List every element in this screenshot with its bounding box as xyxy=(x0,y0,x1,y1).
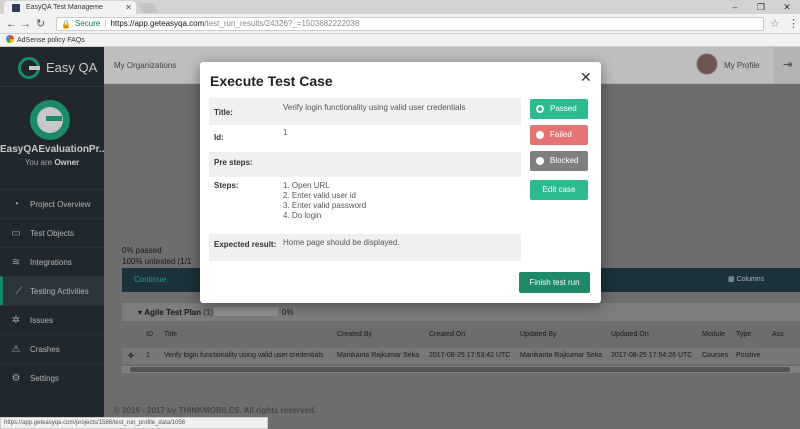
url-host: https://app.geteasyqa.com xyxy=(110,19,205,28)
field-pre-steps: Pre steps: xyxy=(209,152,521,177)
address-bar-row: ← → ↻ 🔒 Secure | https://app.geteasyqa.com… xyxy=(0,14,800,34)
field-id: Id: 1 xyxy=(209,125,521,150)
close-icon[interactable]: ✕ xyxy=(580,70,592,84)
blocked-button[interactable]: Blocked xyxy=(530,151,588,171)
execute-test-case-modal: Execute Test Case ✕ Title: Verify login … xyxy=(200,62,601,303)
url-input[interactable]: 🔒 Secure | https://app.geteasyqa.com/test_… xyxy=(56,17,764,31)
browser-status-url: https://app.geteasyqa.com/projects/1586/… xyxy=(0,417,268,429)
bookmark-star-icon[interactable]: ☆ xyxy=(770,17,780,30)
secure-label: Secure xyxy=(75,19,101,28)
minimize-icon[interactable]: – xyxy=(722,0,748,14)
field-id-label: Id: xyxy=(214,133,224,142)
field-expected-label: Expected result: xyxy=(214,240,277,249)
forward-icon[interactable]: → xyxy=(20,17,31,31)
easyqa-favicon-icon xyxy=(12,4,20,12)
browser-tab[interactable]: EasyQA Test Manageme ✕ xyxy=(4,1,136,14)
passed-button[interactable]: Passed xyxy=(530,99,588,119)
reload-icon[interactable]: ↻ xyxy=(36,17,45,31)
step-item: 3. Enter valid password xyxy=(283,201,367,210)
field-title: Title: Verify login functionality using … xyxy=(209,98,521,125)
new-tab-button[interactable] xyxy=(138,3,158,13)
close-tab-icon[interactable]: ✕ xyxy=(125,1,132,14)
field-steps: Steps: 1. Open URL 2. Enter valid user i… xyxy=(209,178,521,233)
maximize-icon[interactable]: ❐ xyxy=(748,0,774,14)
field-id-value: 1 xyxy=(283,128,288,137)
failed-button[interactable]: Failed xyxy=(530,125,588,145)
field-steps-label: Steps: xyxy=(214,181,239,190)
field-expected-result: Expected result: Home page should be dis… xyxy=(209,234,521,261)
field-expected-value: Home page should be displayed. xyxy=(283,238,400,247)
modal-title: Execute Test Case xyxy=(210,73,333,89)
lock-icon: 🔒 xyxy=(61,20,71,29)
browser-tab-bar: EasyQA Test Manageme ✕ – ❐ ✕ xyxy=(0,0,800,14)
bookmarks-bar: AdSense policy FAQs xyxy=(0,34,800,47)
step-item: 1. Open URL xyxy=(283,181,330,190)
google-icon xyxy=(6,35,14,43)
url-path: /test_run_results/24326?_=1503682222038 xyxy=(204,19,360,28)
radio-selected-icon xyxy=(536,105,544,113)
finish-test-run-button[interactable]: Finish test run xyxy=(519,272,590,293)
field-title-value: Verify login functionality using valid u… xyxy=(283,103,466,112)
back-icon[interactable]: ← xyxy=(6,17,17,31)
field-title-label: Title: xyxy=(214,108,233,117)
window-close-icon[interactable]: ✕ xyxy=(774,0,800,14)
edit-case-button[interactable]: Edit case xyxy=(530,180,588,200)
radio-icon xyxy=(536,131,544,139)
steps-list: 1. Open URL 2. Enter valid user id 3. En… xyxy=(283,181,366,221)
step-item: 2. Enter valid user id xyxy=(283,191,356,200)
tab-title: EasyQA Test Manageme xyxy=(26,4,103,11)
field-pre-steps-label: Pre steps: xyxy=(214,158,253,167)
browser-menu-icon[interactable]: ⋮ xyxy=(788,17,799,30)
radio-icon xyxy=(536,157,544,165)
step-item: 4. Do login xyxy=(283,211,322,220)
bookmark-adsense[interactable]: AdSense policy FAQs xyxy=(6,35,85,46)
